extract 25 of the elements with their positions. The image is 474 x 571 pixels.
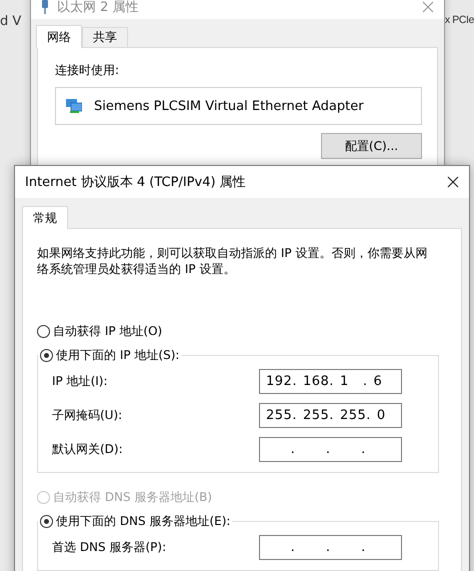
background-text: x PCIe xyxy=(444,14,474,26)
radio-option[interactable]: 自动获得 IP 地址(O) xyxy=(37,319,449,343)
network-cable-icon xyxy=(41,0,49,14)
ip-address-field[interactable]: . . . xyxy=(259,437,402,462)
ip-address-field[interactable]: 255. 255. 255. 0 xyxy=(259,403,402,428)
adapter-name: Siemens PLCSIM Virtual Ethernet Adapter xyxy=(94,98,364,114)
dialog-title: Internet 协议版本 4 (TCP/IPv4) 属性 xyxy=(25,174,247,191)
ip-address-field[interactable]: . . . xyxy=(259,535,402,560)
tab[interactable]: 常规 xyxy=(22,206,68,229)
window-title: 以太网 2 属性 xyxy=(57,0,140,16)
tab[interactable]: 网络 xyxy=(36,25,82,48)
connect-label: 连接时使用: xyxy=(55,62,120,79)
tab[interactable]: 共享 xyxy=(82,27,128,47)
field-label: 子网掩码(U): xyxy=(52,407,122,424)
field-label: IP 地址(I): xyxy=(52,373,108,390)
close-icon[interactable] xyxy=(447,176,459,188)
background-text: d V xyxy=(0,14,22,29)
field-label: 首选 DNS 服务器(P): xyxy=(52,539,166,556)
radio-option[interactable]: 使用下面的 IP 地址(S): xyxy=(40,343,180,367)
network-adapter-icon xyxy=(66,99,82,113)
configure-button[interactable]: 配置(C)... xyxy=(321,133,422,159)
description-text: 如果网络支持此功能，则可以获取自动指派的 IP 设置。否则，你需要从网络系统管理员处获得适当的 IP 设置。 xyxy=(37,245,428,277)
field-label: 默认网关(D): xyxy=(52,441,123,458)
radio-option[interactable]: 使用下面的 DNS 服务器地址(E): xyxy=(40,509,230,533)
ip-address-field[interactable]: 192. 168. 1 . 6 xyxy=(259,369,402,394)
